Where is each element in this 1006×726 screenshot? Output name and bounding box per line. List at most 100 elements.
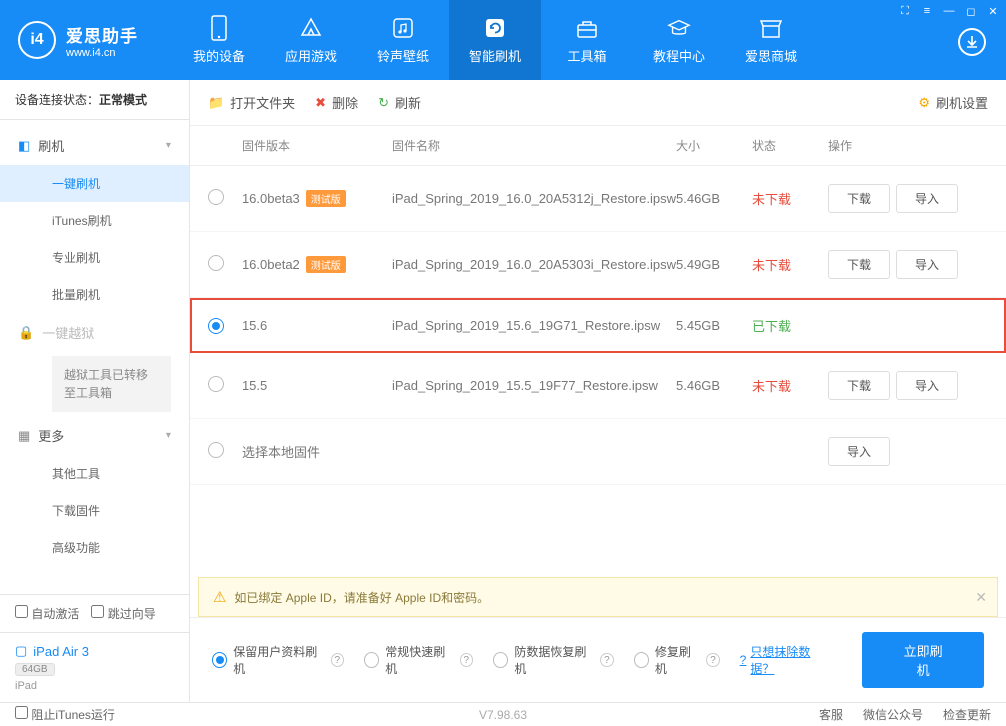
sidebar-item-itunes[interactable]: iTunes刷机 — [0, 202, 189, 239]
gear-icon: ⚙ — [918, 95, 930, 111]
flash-settings-button[interactable]: ⚙刷机设置 — [918, 93, 988, 112]
nav-flash[interactable]: 智能刷机 — [449, 0, 541, 80]
help-icon[interactable]: ? — [706, 653, 719, 667]
fw-filename: iPad_Spring_2019_15.5_19F77_Restore.ipsw — [392, 378, 676, 393]
chevron-down-icon: ▾ — [166, 140, 171, 151]
flash-small-icon: ◧ — [18, 138, 30, 154]
fw-filename: iPad_Spring_2019_16.0_20A5303i_Restore.i… — [392, 257, 676, 272]
device-name[interactable]: ▢ iPad Air 3 — [15, 643, 174, 659]
grid-icon: ▦ — [18, 428, 30, 444]
help-icon[interactable]: ? — [331, 653, 344, 667]
fw-status: 已下载 — [752, 316, 828, 335]
sidebar: 设备连接状态：正常模式 ◧ 刷机 ▾ 一键刷机 iTunes刷机 专业刷机 批量… — [0, 80, 190, 702]
delete-button[interactable]: ✖删除 — [315, 93, 358, 112]
folder-icon: 📁 — [208, 95, 224, 111]
logo-icon: i4 — [18, 21, 56, 59]
import-button[interactable]: 导入 — [896, 250, 958, 279]
refresh-button[interactable]: ↻刷新 — [378, 93, 421, 112]
connection-status: 设备连接状态：正常模式 — [0, 80, 189, 120]
help-icon[interactable]: ? — [600, 653, 613, 667]
support-link[interactable]: 客服 — [819, 706, 843, 723]
opt-keep-data[interactable]: 保留用户资料刷机? — [212, 643, 344, 677]
window-controls: ⛶ ≡ — ◻ ✕ — [895, 3, 1003, 19]
download-button[interactable]: 下载 — [828, 371, 890, 400]
local-firmware-row: 选择本地固件 导入 — [190, 419, 1006, 485]
firmware-row[interactable]: 15.5 iPad_Spring_2019_15.5_19F77_Restore… — [190, 353, 1006, 419]
logo-title: 爱思助手 — [66, 22, 138, 47]
fw-status: 未下载 — [752, 255, 828, 274]
fw-version: 15.6 — [242, 318, 392, 333]
win-menu-icon[interactable]: ≡ — [917, 3, 937, 19]
logo-subtitle: www.i4.cn — [66, 47, 138, 59]
opt-anti-recovery[interactable]: 防数据恢复刷机? — [493, 643, 614, 677]
nav-apps[interactable]: 应用游戏 — [265, 0, 357, 80]
firmware-row[interactable]: 16.0beta3测试版 iPad_Spring_2019_16.0_20A53… — [190, 166, 1006, 232]
import-button[interactable]: 导入 — [896, 371, 958, 400]
nav-ringtones[interactable]: 铃声壁纸 — [357, 0, 449, 80]
sync-button[interactable] — [958, 28, 986, 56]
firmware-radio[interactable] — [208, 318, 224, 334]
sidebar-group-more[interactable]: ▦ 更多 ▾ — [0, 416, 189, 455]
sidebar-item-oneclick[interactable]: 一键刷机 — [0, 165, 189, 202]
firmware-radio[interactable] — [208, 189, 224, 205]
firmware-radio[interactable] — [208, 376, 224, 392]
wechat-link[interactable]: 微信公众号 — [863, 706, 923, 723]
check-update-link[interactable]: 检查更新 — [943, 706, 991, 723]
fw-version: 16.0beta3测试版 — [242, 190, 392, 207]
open-folder-button[interactable]: 📁打开文件夹 — [208, 93, 295, 112]
jailbreak-notice: 越狱工具已转移至工具箱 — [52, 356, 171, 412]
info-bar: ⚠ 如已绑定 Apple ID，请准备好 Apple ID和密码。 ✕ — [198, 577, 998, 617]
fw-size: 5.45GB — [676, 318, 752, 333]
close-icon[interactable]: ✕ — [975, 589, 987, 606]
lock-icon: 🔒 — [18, 325, 34, 341]
device-capacity: 64GB — [15, 663, 55, 676]
warning-icon: ⚠ — [213, 588, 226, 606]
store-icon — [759, 16, 783, 40]
win-people-icon[interactable]: ⛶ — [895, 3, 915, 19]
nav-tools[interactable]: 工具箱 — [541, 0, 633, 80]
sidebar-item-advanced[interactable]: 高级功能 — [0, 529, 189, 566]
header: ⛶ ≡ — ◻ ✕ i4 爱思助手 www.i4.cn 我的设备 应用游戏 铃声… — [0, 0, 1006, 80]
win-maximize-icon[interactable]: ◻ — [961, 3, 981, 19]
firmware-radio[interactable] — [208, 255, 224, 271]
local-fw-label: 选择本地固件 — [242, 442, 392, 461]
opt-quick[interactable]: 常规快速刷机? — [364, 643, 473, 677]
footer: 阻止iTunes运行 V7.98.63 客服 微信公众号 检查更新 — [0, 702, 1006, 726]
win-minimize-icon[interactable]: — — [939, 3, 959, 19]
skip-wizard-checkbox[interactable]: 跳过向导 — [91, 605, 155, 622]
help-icon[interactable]: ? — [460, 653, 473, 667]
main-content: 📁打开文件夹 ✖删除 ↻刷新 ⚙刷机设置 固件版本 固件名称 大小 状态 操作 … — [190, 80, 1006, 702]
nav-tutorial[interactable]: 教程中心 — [633, 0, 725, 80]
sidebar-group-flash[interactable]: ◧ 刷机 ▾ — [0, 126, 189, 165]
erase-only-link[interactable]: ?只想抹除数据？ — [740, 643, 831, 677]
nav-my-device[interactable]: 我的设备 — [173, 0, 265, 80]
device-icon — [207, 16, 231, 40]
import-button[interactable]: 导入 — [896, 184, 958, 213]
fw-status: 未下载 — [752, 376, 828, 395]
fw-size: 5.46GB — [676, 378, 752, 393]
firmware-row[interactable]: 15.6 iPad_Spring_2019_15.6_19G71_Restore… — [190, 298, 1006, 353]
apps-icon — [299, 16, 323, 40]
sidebar-group-jailbreak: 🔒 一键越狱 — [0, 313, 189, 352]
win-close-icon[interactable]: ✕ — [983, 3, 1003, 19]
import-button[interactable]: 导入 — [828, 437, 890, 466]
firmware-row[interactable]: 16.0beta2测试版 iPad_Spring_2019_16.0_20A53… — [190, 232, 1006, 298]
opt-repair[interactable]: 修复刷机? — [634, 643, 720, 677]
download-button[interactable]: 下载 — [828, 184, 890, 213]
flash-icon — [483, 16, 507, 40]
sidebar-item-download-fw[interactable]: 下载固件 — [0, 492, 189, 529]
block-itunes-checkbox[interactable]: 阻止iTunes运行 — [15, 706, 115, 723]
flash-now-button[interactable]: 立即刷机 — [862, 632, 984, 688]
graduation-icon — [667, 16, 691, 40]
sidebar-item-other-tools[interactable]: 其他工具 — [0, 455, 189, 492]
version-label: V7.98.63 — [479, 708, 527, 722]
download-button[interactable]: 下载 — [828, 250, 890, 279]
fw-size: 5.46GB — [676, 191, 752, 206]
auto-activate-checkbox[interactable]: 自动激活 — [15, 605, 79, 622]
nav-store[interactable]: 爱思商城 — [725, 0, 817, 80]
sidebar-item-batch[interactable]: 批量刷机 — [0, 276, 189, 313]
delete-icon: ✖ — [315, 95, 326, 111]
radio-local[interactable] — [208, 442, 224, 458]
beta-badge: 测试版 — [306, 190, 346, 207]
sidebar-item-pro[interactable]: 专业刷机 — [0, 239, 189, 276]
